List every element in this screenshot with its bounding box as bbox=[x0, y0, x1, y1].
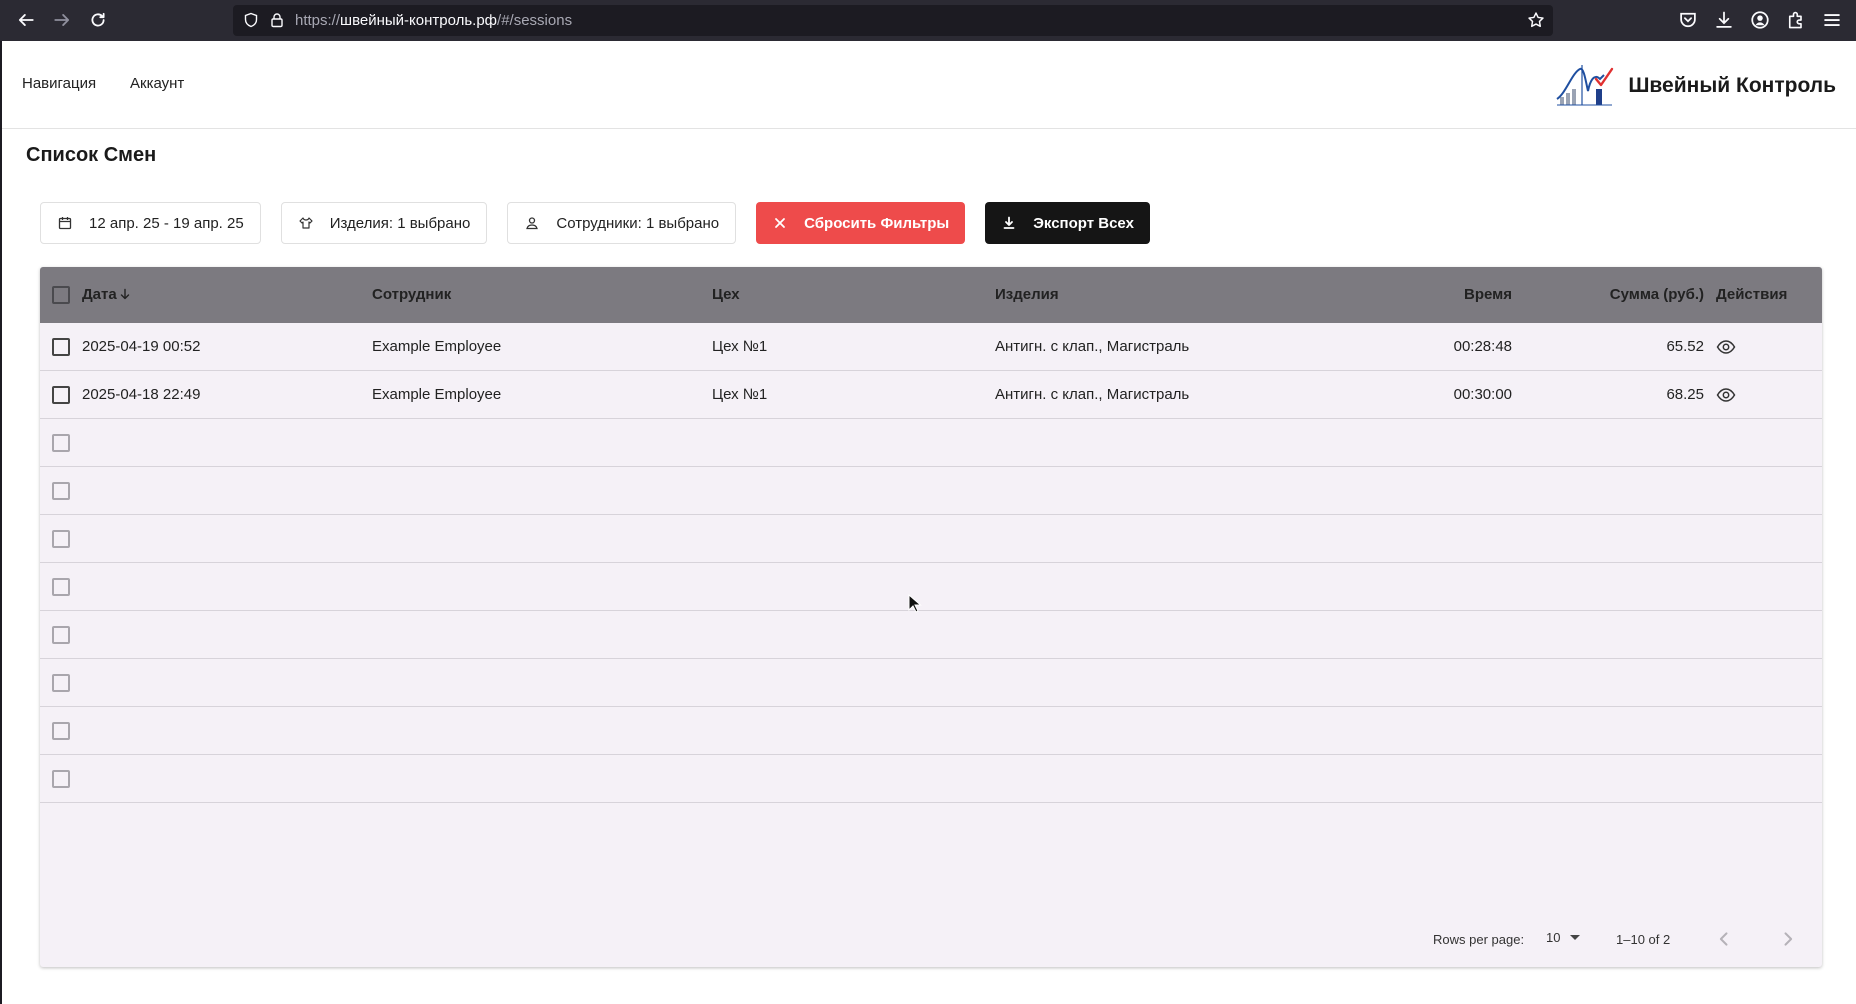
row-time: 00:28:48 bbox=[1453, 338, 1512, 355]
url-text[interactable]: https://швейный-контроль.рф/#/sessions bbox=[295, 12, 572, 29]
shirt-icon bbox=[299, 217, 313, 229]
empty-table-row bbox=[40, 419, 1822, 467]
lock-icon[interactable] bbox=[269, 12, 285, 28]
column-header-actions: Действия bbox=[1716, 286, 1788, 303]
app-root: Навигация Аккаунт Швейный Контроль Списо… bbox=[0, 41, 1856, 1004]
menu-icon[interactable] bbox=[1822, 10, 1842, 30]
column-header-workshop[interactable]: Цех bbox=[712, 286, 740, 303]
view-eye-icon[interactable] bbox=[1716, 338, 1736, 356]
dropdown-caret-icon bbox=[1570, 935, 1581, 940]
sort-arrow-down-icon bbox=[120, 288, 129, 300]
empty-table-row bbox=[40, 707, 1822, 755]
products-filter-label: Изделия: 1 выбрано bbox=[329, 214, 471, 232]
row-checkbox[interactable] bbox=[52, 434, 70, 452]
row-date: 2025-04-19 00:52 bbox=[82, 338, 201, 355]
rows-per-page-select[interactable]: 10 bbox=[1546, 930, 1581, 945]
empty-table-row bbox=[40, 515, 1822, 563]
row-time: 00:30:00 bbox=[1453, 386, 1512, 403]
employees-filter-label: Сотрудники: 1 выбрано bbox=[556, 214, 720, 232]
empty-table-row bbox=[40, 563, 1822, 611]
bookmark-star-icon[interactable] bbox=[1527, 11, 1545, 29]
empty-table-row bbox=[40, 611, 1822, 659]
download-icon[interactable] bbox=[1714, 10, 1734, 30]
calendar-icon bbox=[58, 217, 72, 230]
row-checkbox[interactable] bbox=[52, 626, 70, 644]
brand-logo[interactable]: Швейный Контроль bbox=[1554, 63, 1836, 109]
url-prefix: https:// bbox=[295, 12, 341, 29]
column-header-products[interactable]: Изделия bbox=[995, 286, 1059, 303]
shield-icon[interactable] bbox=[243, 12, 259, 28]
row-checkbox[interactable] bbox=[52, 674, 70, 692]
download-icon bbox=[1003, 216, 1015, 229]
next-page-icon[interactable] bbox=[1778, 929, 1798, 949]
row-checkbox[interactable] bbox=[52, 338, 70, 356]
reload-icon[interactable] bbox=[86, 8, 110, 32]
empty-table-row bbox=[40, 467, 1822, 515]
rows-per-page-value: 10 bbox=[1546, 930, 1561, 945]
row-checkbox[interactable] bbox=[52, 770, 70, 788]
row-sum: 68.25 bbox=[1666, 386, 1704, 403]
table-row[interactable]: 2025-04-18 22:49 Example Employee Цех №1… bbox=[40, 371, 1822, 419]
column-header-sum[interactable]: Сумма (руб.) bbox=[1610, 286, 1704, 303]
row-workshop: Цех №1 bbox=[712, 338, 768, 355]
table-pagination: Rows per page: 10 1–10 of 2 bbox=[40, 911, 1822, 967]
date-range-label: 12 апр. 25 - 19 апр. 25 bbox=[89, 214, 244, 232]
forward-arrow-icon[interactable] bbox=[50, 8, 74, 32]
row-checkbox[interactable] bbox=[52, 482, 70, 500]
row-products: Антигн. с клап., Магистраль bbox=[995, 338, 1190, 355]
products-filter-button[interactable]: Изделия: 1 выбрано bbox=[280, 202, 488, 244]
mouse-cursor-icon bbox=[908, 594, 922, 613]
row-checkbox[interactable] bbox=[52, 722, 70, 740]
row-employee: Example Employee bbox=[372, 386, 502, 403]
row-employee: Example Employee bbox=[372, 338, 502, 355]
rows-per-page-label: Rows per page: bbox=[1433, 932, 1525, 947]
browser-toolbar: https://швейный-контроль.рф/#/sessions bbox=[0, 0, 1856, 41]
pocket-icon[interactable] bbox=[1678, 10, 1698, 30]
view-eye-icon[interactable] bbox=[1716, 386, 1736, 404]
empty-table-row bbox=[40, 755, 1822, 803]
previous-page-icon[interactable] bbox=[1714, 929, 1734, 949]
sessions-table: Дата Сотрудник Цех Изделия Время Сумма (… bbox=[40, 267, 1822, 967]
date-range-filter-button[interactable]: 12 апр. 25 - 19 апр. 25 bbox=[40, 202, 261, 244]
app-header: Навигация Аккаунт Швейный Контроль bbox=[2, 41, 1856, 129]
column-header-employee[interactable]: Сотрудник bbox=[372, 286, 451, 303]
export-all-label: Экспорт Всех bbox=[1033, 214, 1134, 232]
row-workshop: Цех №1 bbox=[712, 386, 768, 403]
table-header-row: Дата Сотрудник Цех Изделия Время Сумма (… bbox=[40, 267, 1822, 323]
url-path: /#/sessions bbox=[497, 12, 573, 29]
employees-filter-button[interactable]: Сотрудники: 1 выбрано bbox=[507, 202, 737, 244]
sewing-chart-logo-icon bbox=[1556, 65, 1614, 106]
row-sum: 65.52 bbox=[1666, 338, 1704, 355]
reset-filters-label: Сбросить Фильтры bbox=[804, 214, 950, 232]
reset-filters-button[interactable]: Сбросить Фильтры bbox=[756, 202, 966, 244]
close-icon bbox=[775, 218, 786, 228]
row-checkbox[interactable] bbox=[52, 530, 70, 548]
account-icon[interactable] bbox=[1750, 10, 1770, 30]
empty-table-row bbox=[40, 659, 1822, 707]
person-icon bbox=[526, 217, 539, 230]
row-date: 2025-04-18 22:49 bbox=[82, 386, 201, 403]
export-all-button[interactable]: Экспорт Всех bbox=[985, 202, 1150, 244]
nav-menu-link[interactable]: Навигация bbox=[22, 75, 96, 92]
address-bar[interactable]: https://швейный-контроль.рф/#/sessions bbox=[233, 5, 1553, 36]
brand-name: Швейный Контроль bbox=[1628, 74, 1836, 97]
column-header-date-label: Дата bbox=[82, 286, 117, 303]
select-all-checkbox[interactable] bbox=[52, 286, 70, 304]
row-checkbox[interactable] bbox=[52, 386, 70, 404]
table-row[interactable]: 2025-04-19 00:52 Example Employee Цех №1… bbox=[40, 323, 1822, 371]
column-header-date[interactable]: Дата bbox=[82, 286, 131, 303]
row-products: Антигн. с клап., Магистраль bbox=[995, 386, 1190, 403]
pagination-range: 1–10 of 2 bbox=[1616, 932, 1671, 947]
row-checkbox[interactable] bbox=[52, 578, 70, 596]
column-header-time[interactable]: Время bbox=[1464, 286, 1512, 303]
page-title: Список Смен bbox=[26, 144, 157, 166]
filter-toolbar: 12 апр. 25 - 19 апр. 25 Изделия: 1 выбра… bbox=[40, 202, 1150, 244]
back-arrow-icon[interactable] bbox=[14, 8, 38, 32]
extensions-icon[interactable] bbox=[1786, 10, 1806, 30]
url-host: швейный-контроль.рф bbox=[340, 12, 498, 29]
account-menu-link[interactable]: Аккаунт bbox=[130, 75, 184, 92]
